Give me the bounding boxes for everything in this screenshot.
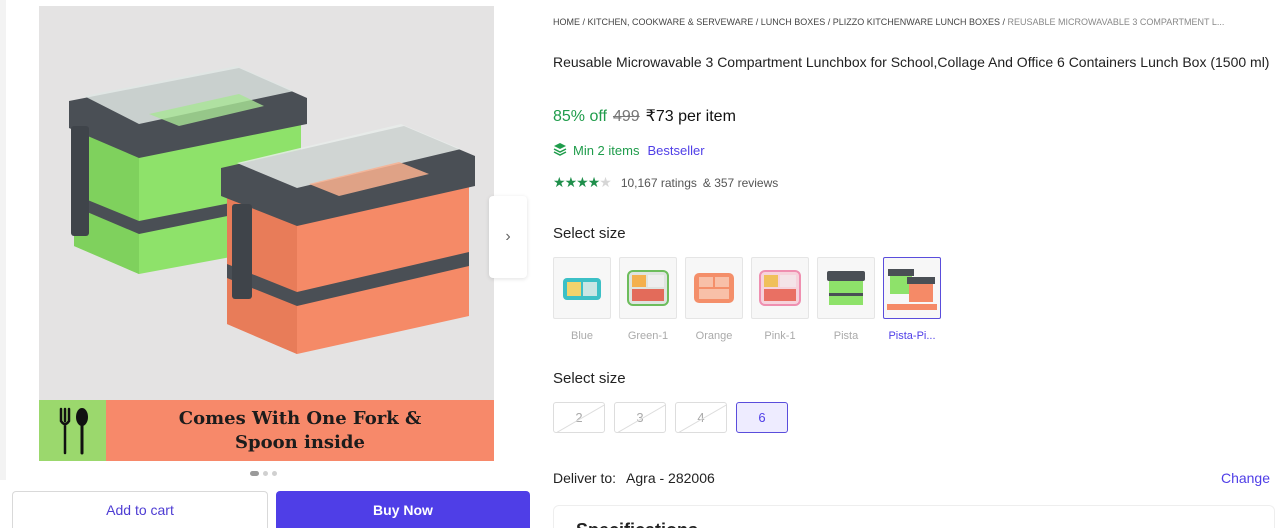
color-name: Orange — [695, 330, 733, 342]
color-swatch-thumbnail — [817, 257, 875, 319]
lunchbox-illustration — [69, 66, 475, 354]
change-location-link[interactable]: Change — [1221, 470, 1270, 486]
chevron-right-icon: › — [505, 228, 511, 245]
product-title: Reusable Microwavable 3 Compartment Lunc… — [553, 54, 1270, 70]
layers-icon — [553, 142, 567, 159]
delivery-location: Agra - 282006 — [626, 470, 715, 486]
color-swatch-thumbnail — [619, 257, 677, 319]
promo-banner-text: Comes With One Fork & Spoon inside — [106, 400, 494, 461]
breadcrumb-separator: / — [753, 17, 761, 27]
product-details: HOME / KITCHEN, COOKWARE & SERVEWARE / L… — [553, 0, 1280, 528]
pagination-dot[interactable] — [263, 471, 268, 476]
color-options: Blue Green-1 Orange Pink-1 Pista Pista-P… — [553, 257, 941, 342]
breadcrumb-kitchen[interactable]: KITCHEN, COOKWARE & SERVEWARE — [588, 17, 754, 27]
color-name: Blue — [570, 330, 594, 342]
buy-now-button[interactable]: Buy Now — [276, 491, 530, 528]
star-icon: ★ — [576, 174, 589, 190]
fork-spoon-icon — [39, 400, 106, 461]
breadcrumb: HOME / KITCHEN, COOKWARE & SERVEWARE / L… — [553, 17, 1273, 27]
color-swatch-thumbnail — [553, 257, 611, 319]
delivery-row: Deliver to: Agra - 282006 Change — [553, 470, 1275, 486]
color-option-blue[interactable]: Blue — [553, 257, 611, 342]
color-swatch-thumbnail — [751, 257, 809, 319]
color-name: Pink-1 — [764, 330, 796, 342]
min-order-row: Min 2 items Bestseller — [553, 142, 705, 159]
pagination-dot[interactable] — [250, 471, 259, 476]
product-main-image[interactable]: Comes With One Fork & Spoon inside — [39, 6, 494, 461]
product-page: Comes With One Fork & Spoon inside › Add… — [0, 0, 1280, 528]
next-image-button[interactable]: › — [489, 196, 527, 278]
price-row: 85% off 499 ₹73 per item — [553, 106, 736, 126]
breadcrumb-home[interactable]: HOME — [553, 17, 580, 27]
banner-line-2: Spoon inside — [235, 431, 365, 453]
original-price: 499 — [612, 108, 640, 125]
ratings-count: 10,167 ratings — [620, 175, 697, 190]
breadcrumb-separator: / — [999, 17, 1008, 27]
color-option-green-1[interactable]: Green-1 — [619, 257, 677, 342]
color-section-label: Select size — [553, 225, 626, 242]
breadcrumb-current: REUSABLE MICROWAVABLE 3 COMPARTMENT L... — [1007, 17, 1225, 27]
color-name: Pista-Pi... — [888, 330, 936, 342]
color-name: Pista — [833, 330, 859, 342]
star-icon: ★ — [564, 174, 578, 190]
star-icon: ★ — [553, 174, 566, 190]
breadcrumb-lunch-boxes[interactable]: LUNCH BOXES — [761, 17, 826, 27]
specifications-card: Specifications — [553, 505, 1275, 528]
color-option-pista-pink[interactable]: Pista-Pi... — [883, 257, 941, 342]
size-option-3[interactable]: 3 — [614, 402, 666, 433]
banner-line-1: Comes With One Fork & — [178, 407, 422, 429]
discount-percent: 85% off — [553, 108, 607, 125]
breadcrumb-separator: / — [580, 17, 588, 27]
selling-price: ₹73 per item — [645, 108, 736, 125]
thumbnail-strip — [0, 0, 6, 480]
size-option-4[interactable]: 4 — [675, 402, 727, 433]
product-gallery: Comes With One Fork & Spoon inside › Add… — [0, 0, 540, 528]
image-pagination-dots — [250, 471, 277, 476]
color-option-pista[interactable]: Pista — [817, 257, 875, 342]
star-rating: ★★★★★ — [553, 174, 612, 191]
deliver-to-label: Deliver to: — [553, 470, 617, 486]
star-empty-icon: ★ — [599, 174, 612, 190]
size-option-6[interactable]: 6 — [736, 402, 788, 433]
size-options: 2 3 4 6 — [553, 402, 788, 433]
specifications-heading: Specifications — [576, 520, 698, 528]
color-option-orange[interactable]: Orange — [685, 257, 743, 342]
rating-row[interactable]: ★★★★★ 10,167 ratings & 357 reviews — [553, 174, 778, 191]
promo-banner: Comes With One Fork & Spoon inside — [39, 400, 494, 461]
add-to-cart-button[interactable]: Add to cart — [12, 491, 268, 528]
color-swatch-thumbnail — [685, 257, 743, 319]
color-name: Green-1 — [627, 330, 669, 342]
min-items-text: Min 2 items — [573, 143, 640, 158]
orange-lunchbox — [221, 124, 475, 354]
breadcrumb-brand[interactable]: PLIZZO KITCHENWARE LUNCH BOXES — [833, 17, 1000, 27]
reviews-count: & 357 reviews — [702, 175, 779, 190]
star-icon: ★ — [587, 174, 601, 190]
color-option-pink-1[interactable]: Pink-1 — [751, 257, 809, 342]
color-swatch-thumbnail — [883, 257, 941, 319]
size-option-2[interactable]: 2 — [553, 402, 605, 433]
size-section-label: Select size — [553, 370, 626, 387]
pagination-dot[interactable] — [272, 471, 277, 476]
bestseller-badge: Bestseller — [647, 143, 705, 158]
breadcrumb-separator: / — [825, 17, 833, 27]
